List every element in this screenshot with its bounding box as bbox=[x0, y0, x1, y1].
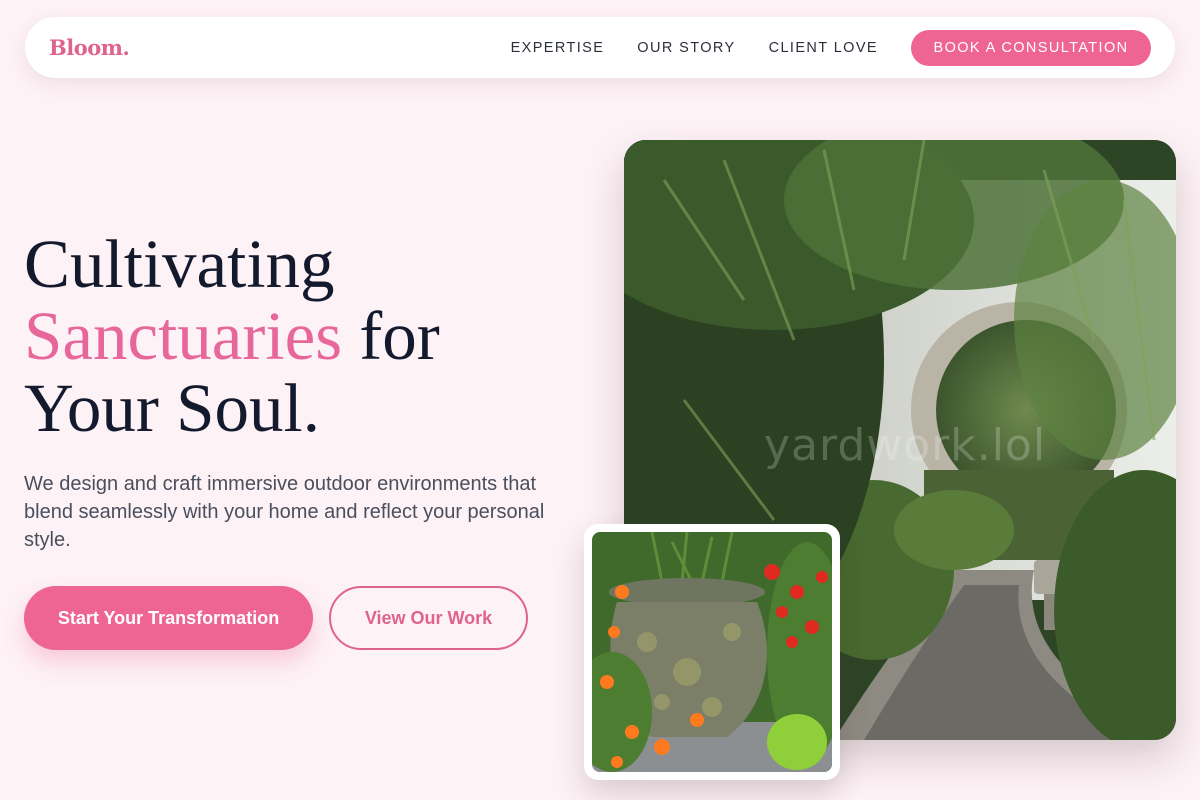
book-consultation-button[interactable]: BOOK A CONSULTATION bbox=[911, 29, 1151, 66]
start-transformation-button[interactable]: Start Your Transformation bbox=[24, 586, 313, 650]
hero-title-after-accent: for bbox=[342, 298, 440, 374]
hero-subtitle: We design and craft immersive outdoor en… bbox=[24, 473, 545, 551]
navbar: Bloom. EXPERTISE OUR STORY CLIENT LOVE B… bbox=[25, 17, 1175, 78]
brand-logo[interactable]: Bloom. bbox=[49, 35, 130, 60]
inset-image-frame bbox=[592, 532, 832, 772]
view-our-work-button[interactable]: View Our Work bbox=[329, 586, 528, 650]
planter-illustration bbox=[592, 532, 832, 772]
inset-planter-image bbox=[584, 524, 840, 780]
hero-title-line3: Your Soul. bbox=[24, 370, 320, 446]
hero-title-line1: Cultivating bbox=[24, 226, 335, 302]
nav-link-our-story[interactable]: OUR STORY bbox=[637, 40, 735, 56]
nav-link-client-love[interactable]: CLIENT LOVE bbox=[769, 40, 878, 56]
hero-title: Cultivating Sanctuaries for Your Soul. bbox=[24, 228, 584, 444]
hero-title-accent: Sanctuaries bbox=[24, 298, 343, 374]
nav-link-expertise[interactable]: EXPERTISE bbox=[511, 40, 605, 56]
nav-menu: EXPERTISE OUR STORY CLIENT LOVE BOOK A C… bbox=[511, 29, 1151, 66]
